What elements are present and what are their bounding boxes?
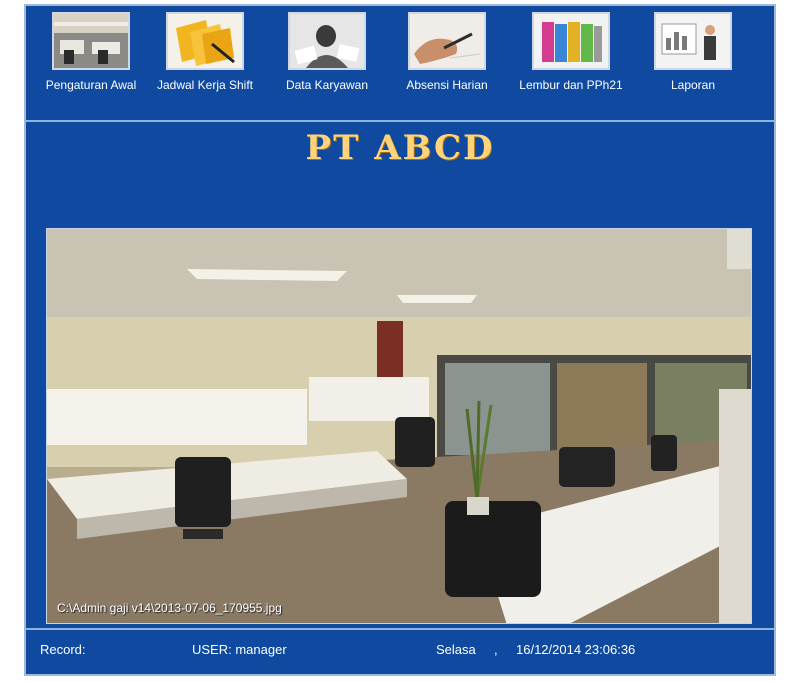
office-room-icon — [52, 12, 130, 70]
toolbar-label: Lembur dan PPh21 — [519, 78, 623, 92]
toolbar-button-laporan[interactable]: Laporan — [634, 12, 752, 93]
employee-data-icon — [288, 12, 366, 70]
main-window: Pengaturan Awal Jadwal Kerja Shift Data … — [24, 4, 776, 676]
toolbar: Pengaturan Awal Jadwal Kerja Shift Data … — [26, 6, 774, 122]
presentation-icon — [654, 12, 732, 70]
toolbar-button-data-karyawan[interactable]: Data Karyawan — [268, 12, 386, 93]
toolbar-label: Jadwal Kerja Shift — [156, 78, 254, 92]
toolbar-label: Laporan — [670, 78, 716, 92]
toolbar-label: Absensi Harian — [406, 78, 488, 92]
day-label: Selasa — [436, 642, 476, 657]
toolbar-label: Data Karyawan — [285, 78, 369, 92]
record-label: Record: — [40, 642, 86, 657]
photo-file-path: C:\Admin gaji v14\2013-07-06_170955.jpg — [57, 601, 282, 615]
toolbar-button-pengaturan-awal[interactable]: Pengaturan Awal — [32, 12, 150, 93]
toolbar-label: Pengaturan Awal — [45, 78, 137, 92]
toolbar-button-jadwal-kerja-shift[interactable]: Jadwal Kerja Shift — [146, 12, 264, 93]
user-label: USER: manager — [192, 642, 287, 657]
folders-icon — [166, 12, 244, 70]
toolbar-button-absensi-harian[interactable]: Absensi Harian — [388, 12, 506, 93]
company-title: PT ABCD — [305, 128, 495, 168]
date-separator: , — [494, 642, 498, 657]
datetime-label: 16/12/2014 23:06:36 — [516, 642, 636, 657]
office-photo: C:\Admin gaji v14\2013-07-06_170955.jpg — [46, 228, 752, 624]
status-bar: Record: USER: manager Selasa , 16/12/201… — [26, 628, 774, 674]
binders-icon — [532, 12, 610, 70]
toolbar-button-lembur-dan-pph21[interactable]: Lembur dan PPh21 — [512, 12, 630, 93]
writing-hand-icon — [408, 12, 486, 70]
